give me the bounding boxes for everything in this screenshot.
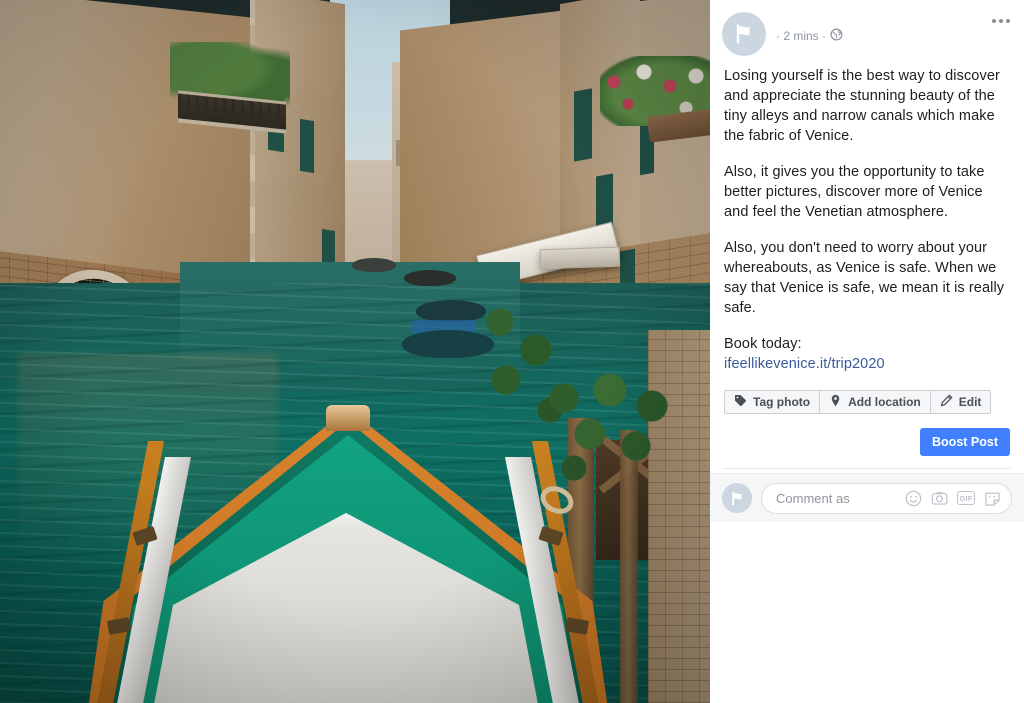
flag-avatar-icon[interactable] [722,483,752,513]
ellipsis-icon [1006,19,1010,23]
boost-post-button[interactable]: Boost Post [920,428,1010,456]
distant-boat [404,270,456,286]
cta-label: Book today: [724,336,802,352]
edit-button[interactable]: Edit [930,390,992,414]
camera-icon[interactable] [931,490,948,507]
pencil-icon [940,394,953,410]
post-paragraph-3: Also, you don't need to worry about your… [724,240,1005,316]
photo-tools-row: Tag photo Add location Edit [710,384,1024,414]
panel-tail [710,522,1024,703]
green-shutter [574,88,592,162]
comment-icons: GIF [905,490,1001,507]
boost-row: Boost Post [710,414,1024,456]
post-photo[interactable] [0,0,710,703]
distant-boat [352,258,396,272]
flag-avatar-icon[interactable] [722,12,766,56]
awning [539,246,621,270]
boat-bow-cap [326,405,370,431]
emoji-icon[interactable] [905,490,922,507]
post-panel: · 2 mins · Losing yourself is the best w… [710,0,1024,703]
post-meta: · 2 mins · [766,12,843,44]
venice-canal-boat-photo [0,0,710,703]
location-pin-icon [829,394,842,410]
post-timestamp[interactable]: · 2 mins · [776,29,826,43]
edit-label: Edit [958,395,982,409]
post-menu-button[interactable] [988,10,1014,32]
globe-icon[interactable] [830,28,843,44]
post-header: · 2 mins · [710,0,1024,60]
ellipsis-icon [999,19,1003,23]
post-text: Losing yourself is the best way to disco… [710,60,1024,384]
comment-input[interactable]: Comment as GIF [761,482,1012,514]
comment-composer: Comment as GIF [710,473,1024,522]
green-shutter [300,118,314,174]
ellipsis-icon [992,19,996,23]
tag-photo-label: Tag photo [753,395,811,409]
post-preview-screen: · 2 mins · Losing yourself is the best w… [0,0,1024,703]
distant-boat [416,300,486,322]
tag-icon [734,394,747,410]
add-location-button[interactable]: Add location [820,390,931,414]
post-paragraph-2: Also, it gives you the opportunity to ta… [724,164,985,220]
comment-placeholder: Comment as [776,490,850,506]
post-paragraph-1: Losing yourself is the best way to disco… [724,68,1000,144]
add-location-label: Add location [848,395,921,409]
post-link[interactable]: ifeellikevenice.it/trip2020 [724,356,885,372]
post-cta: Book today: ifeellikevenice.it/trip2020 [724,334,1010,374]
gif-button[interactable]: GIF [957,491,975,505]
foreground-boat [88,405,608,703]
tag-photo-button[interactable]: Tag photo [724,390,821,414]
sticker-icon[interactable] [984,490,1001,507]
